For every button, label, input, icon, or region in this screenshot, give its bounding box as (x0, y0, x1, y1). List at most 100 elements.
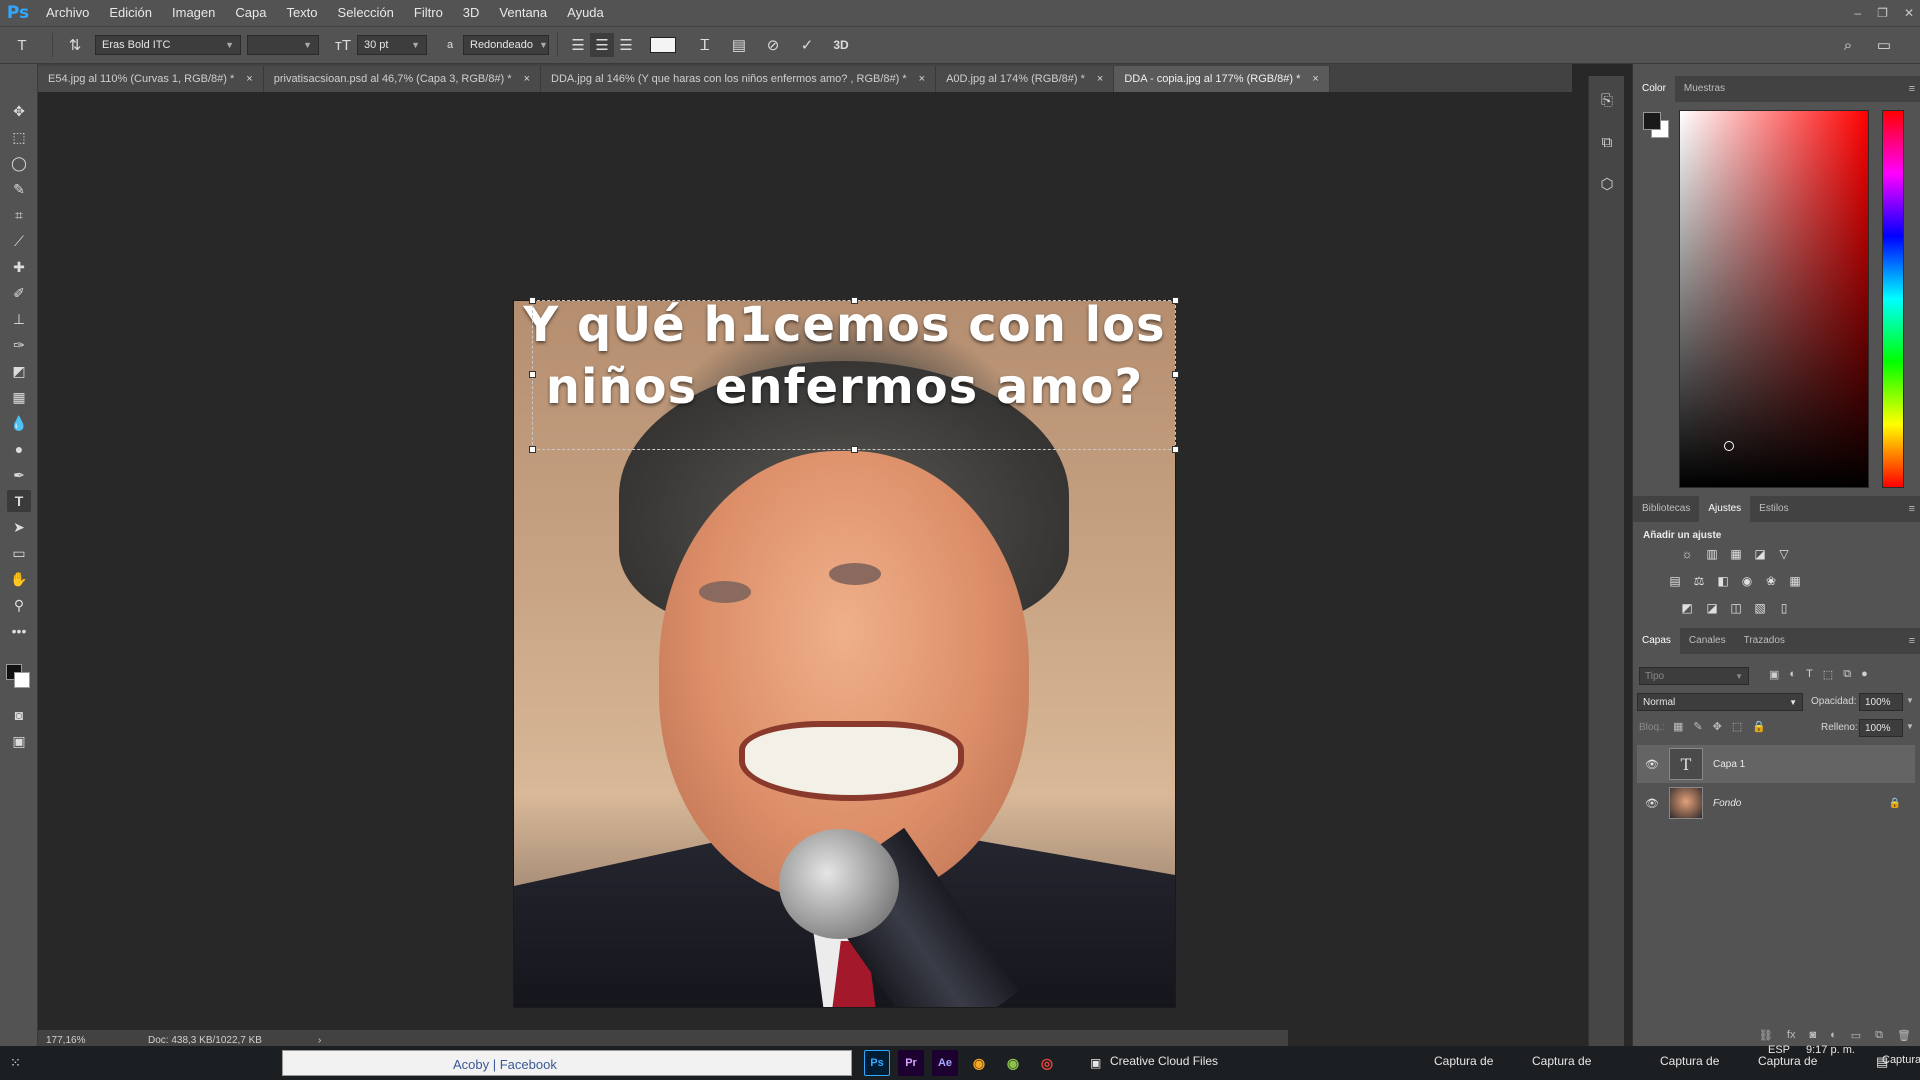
history-icon[interactable]: ⎘ (1595, 88, 1619, 112)
transform-handle[interactable] (1172, 371, 1179, 378)
hue-slider[interactable] (1882, 110, 1904, 488)
close-icon[interactable]: × (1312, 73, 1318, 85)
doc-tab[interactable]: DDA.jpg al 146% (Y que haras con los niñ… (541, 66, 937, 92)
invert-icon[interactable]: ◩ (1678, 599, 1696, 617)
cancel-edits-icon[interactable]: ⊘ (756, 33, 790, 57)
brush-tool-icon[interactable]: ✐ (7, 282, 31, 304)
search-icon[interactable]: ⌕ (1836, 33, 1860, 57)
doc-tab[interactable]: E54.jpg al 110% (Curvas 1, RGB/8#) * × (38, 66, 264, 92)
layer-name[interactable]: Capa 1 (1713, 759, 1745, 770)
blend-mode-select[interactable]: Normal ▼ (1637, 693, 1803, 711)
tab-adjustments[interactable]: Ajustes (1699, 496, 1751, 522)
lock-image-icon[interactable]: ✎ (1693, 720, 1702, 733)
zoom-level[interactable]: 177,16% (46, 1035, 136, 1046)
tab-swatches[interactable]: Muestras (1675, 76, 1734, 102)
threshold-icon[interactable]: ◫ (1727, 599, 1745, 617)
path-selection-tool-icon[interactable]: ➤ (7, 516, 31, 538)
capture-window[interactable]: Captura de (1758, 1054, 1817, 1068)
chevron-down-icon[interactable]: ▼ (1906, 696, 1914, 705)
capture-window[interactable]: Captura de (1660, 1054, 1719, 1068)
transform-handle[interactable] (529, 297, 536, 304)
premiere-app[interactable]: Pr (898, 1050, 924, 1076)
menu-edicion[interactable]: Edición (99, 0, 162, 26)
photoshop-app[interactable]: Ps (864, 1050, 890, 1076)
warp-text-icon[interactable]: Ꮖ (688, 33, 722, 57)
menu-imagen[interactable]: Imagen (162, 0, 225, 26)
brightness-icon[interactable]: ☼ (1678, 545, 1696, 563)
capture-window[interactable]: Captura de (1434, 1054, 1493, 1068)
capture-window[interactable]: Captura (1882, 1054, 1920, 1066)
lock-artboard-icon[interactable]: ⬚ (1732, 720, 1742, 733)
lock-transparent-icon[interactable]: ▦ (1673, 720, 1683, 733)
doc-tab-active[interactable]: DDA - copia.jpg al 177% (RGB/8#) * × (1114, 66, 1330, 92)
tab-paths[interactable]: Trazados (1735, 628, 1794, 654)
close-icon[interactable]: × (919, 73, 925, 85)
quick-selection-tool-icon[interactable]: ✎ (7, 178, 31, 200)
rectangle-tool-icon[interactable]: ▭ (7, 542, 31, 564)
menu-seleccion[interactable]: Selección (328, 0, 404, 26)
fill-field[interactable]: 100% (1859, 719, 1903, 737)
menu-texto[interactable]: Texto (276, 0, 327, 26)
eyedropper-tool-icon[interactable]: ⟋ (7, 230, 31, 252)
layer-row[interactable]: 👁 Fondo 🔒 (1637, 784, 1915, 822)
visibility-eye-icon[interactable]: 👁 (1645, 758, 1659, 771)
minimize-icon[interactable]: – (1854, 6, 1861, 20)
lock-all-icon[interactable]: 🔒 (1752, 720, 1766, 733)
font-size-select[interactable]: 30 pt ▼ (357, 35, 427, 55)
trash-icon[interactable]: 🗑 (1897, 1029, 1911, 1042)
canvas-workspace[interactable]: Y qUé h1cemos con los niños enfermos amo… (38, 92, 1572, 1038)
crop-tool-icon[interactable]: ⌗ (7, 204, 31, 226)
tab-layers[interactable]: Capas (1633, 628, 1680, 654)
hand-tool-icon[interactable]: ✋ (7, 568, 31, 590)
transform-handle[interactable] (529, 446, 536, 453)
doc-tab[interactable]: A0D.jpg al 174% (RGB/8#) * × (936, 66, 1115, 92)
curves-icon[interactable]: ▦ (1727, 545, 1745, 563)
layer-filter-field[interactable]: Tipo ▼ (1639, 667, 1749, 685)
commit-edits-icon[interactable]: ✓ (790, 33, 824, 57)
screen-mode-icon[interactable]: ▣ (7, 730, 31, 752)
align-center-icon[interactable]: ☰ (590, 33, 614, 57)
transform-handle[interactable] (1172, 446, 1179, 453)
align-right-icon[interactable]: ☰ (614, 33, 638, 57)
transform-handle[interactable] (851, 297, 858, 304)
properties-icon[interactable]: ⧉ (1595, 130, 1619, 154)
type-tool-icon[interactable]: T (7, 490, 31, 512)
link-layers-icon[interactable]: ⛓ (1759, 1029, 1773, 1042)
restore-icon[interactable]: ❐ (1877, 6, 1888, 20)
clock[interactable]: 9:17 p. m. (1806, 1044, 1855, 1056)
black-white-icon[interactable]: ◧ (1714, 572, 1732, 590)
cc-files-label[interactable]: Creative Cloud Files (1110, 1054, 1218, 1068)
transform-handle[interactable] (1172, 297, 1179, 304)
tab-styles[interactable]: Estilos (1750, 496, 1797, 522)
3d-cube-icon[interactable]: ⬡ (1595, 172, 1619, 196)
gradient-tool-icon[interactable]: ▦ (7, 386, 31, 408)
lock-position-icon[interactable]: ✥ (1713, 720, 1722, 733)
tab-color[interactable]: Color (1633, 76, 1675, 102)
move-tool-icon[interactable]: ✥ (7, 100, 31, 122)
close-icon[interactable]: ✕ (1904, 6, 1914, 20)
browser-preview[interactable]: Acoby | Facebook (282, 1050, 852, 1076)
posterize-icon[interactable]: ◪ (1703, 599, 1721, 617)
close-icon[interactable]: × (1097, 73, 1103, 85)
foreground-color-swatch[interactable] (1643, 112, 1661, 130)
close-icon[interactable]: × (524, 73, 530, 85)
tab-libraries[interactable]: Bibliotecas (1633, 496, 1699, 522)
color-balance-icon[interactable]: ⚖ (1690, 572, 1708, 590)
marquee-tool-icon[interactable]: ⬚ (7, 126, 31, 148)
photo-filter-icon[interactable]: ◉ (1738, 572, 1756, 590)
menu-ventana[interactable]: Ventana (489, 0, 557, 26)
hue-saturation-icon[interactable]: ▤ (1666, 572, 1684, 590)
vibrance-icon[interactable]: ▽ (1775, 545, 1793, 563)
opacity-field[interactable]: 100% (1859, 693, 1903, 711)
language-indicator[interactable]: ESP (1768, 1044, 1790, 1056)
history-brush-tool-icon[interactable]: ✑ (7, 334, 31, 356)
workspace-icon[interactable]: ▭ (1872, 33, 1896, 57)
text-bounding-box[interactable] (529, 297, 1179, 453)
menu-ayuda[interactable]: Ayuda (557, 0, 614, 26)
filter-adjustment-icon[interactable]: ◐ (1789, 668, 1796, 681)
menu-3d[interactable]: 3D (453, 0, 490, 26)
lasso-tool-icon[interactable]: ◯ (7, 152, 31, 174)
filter-toggle-icon[interactable]: ● (1861, 668, 1868, 681)
chrome-icon[interactable]: ◎ (1034, 1050, 1060, 1076)
gradient-map-icon[interactable]: ▯ (1775, 599, 1793, 617)
